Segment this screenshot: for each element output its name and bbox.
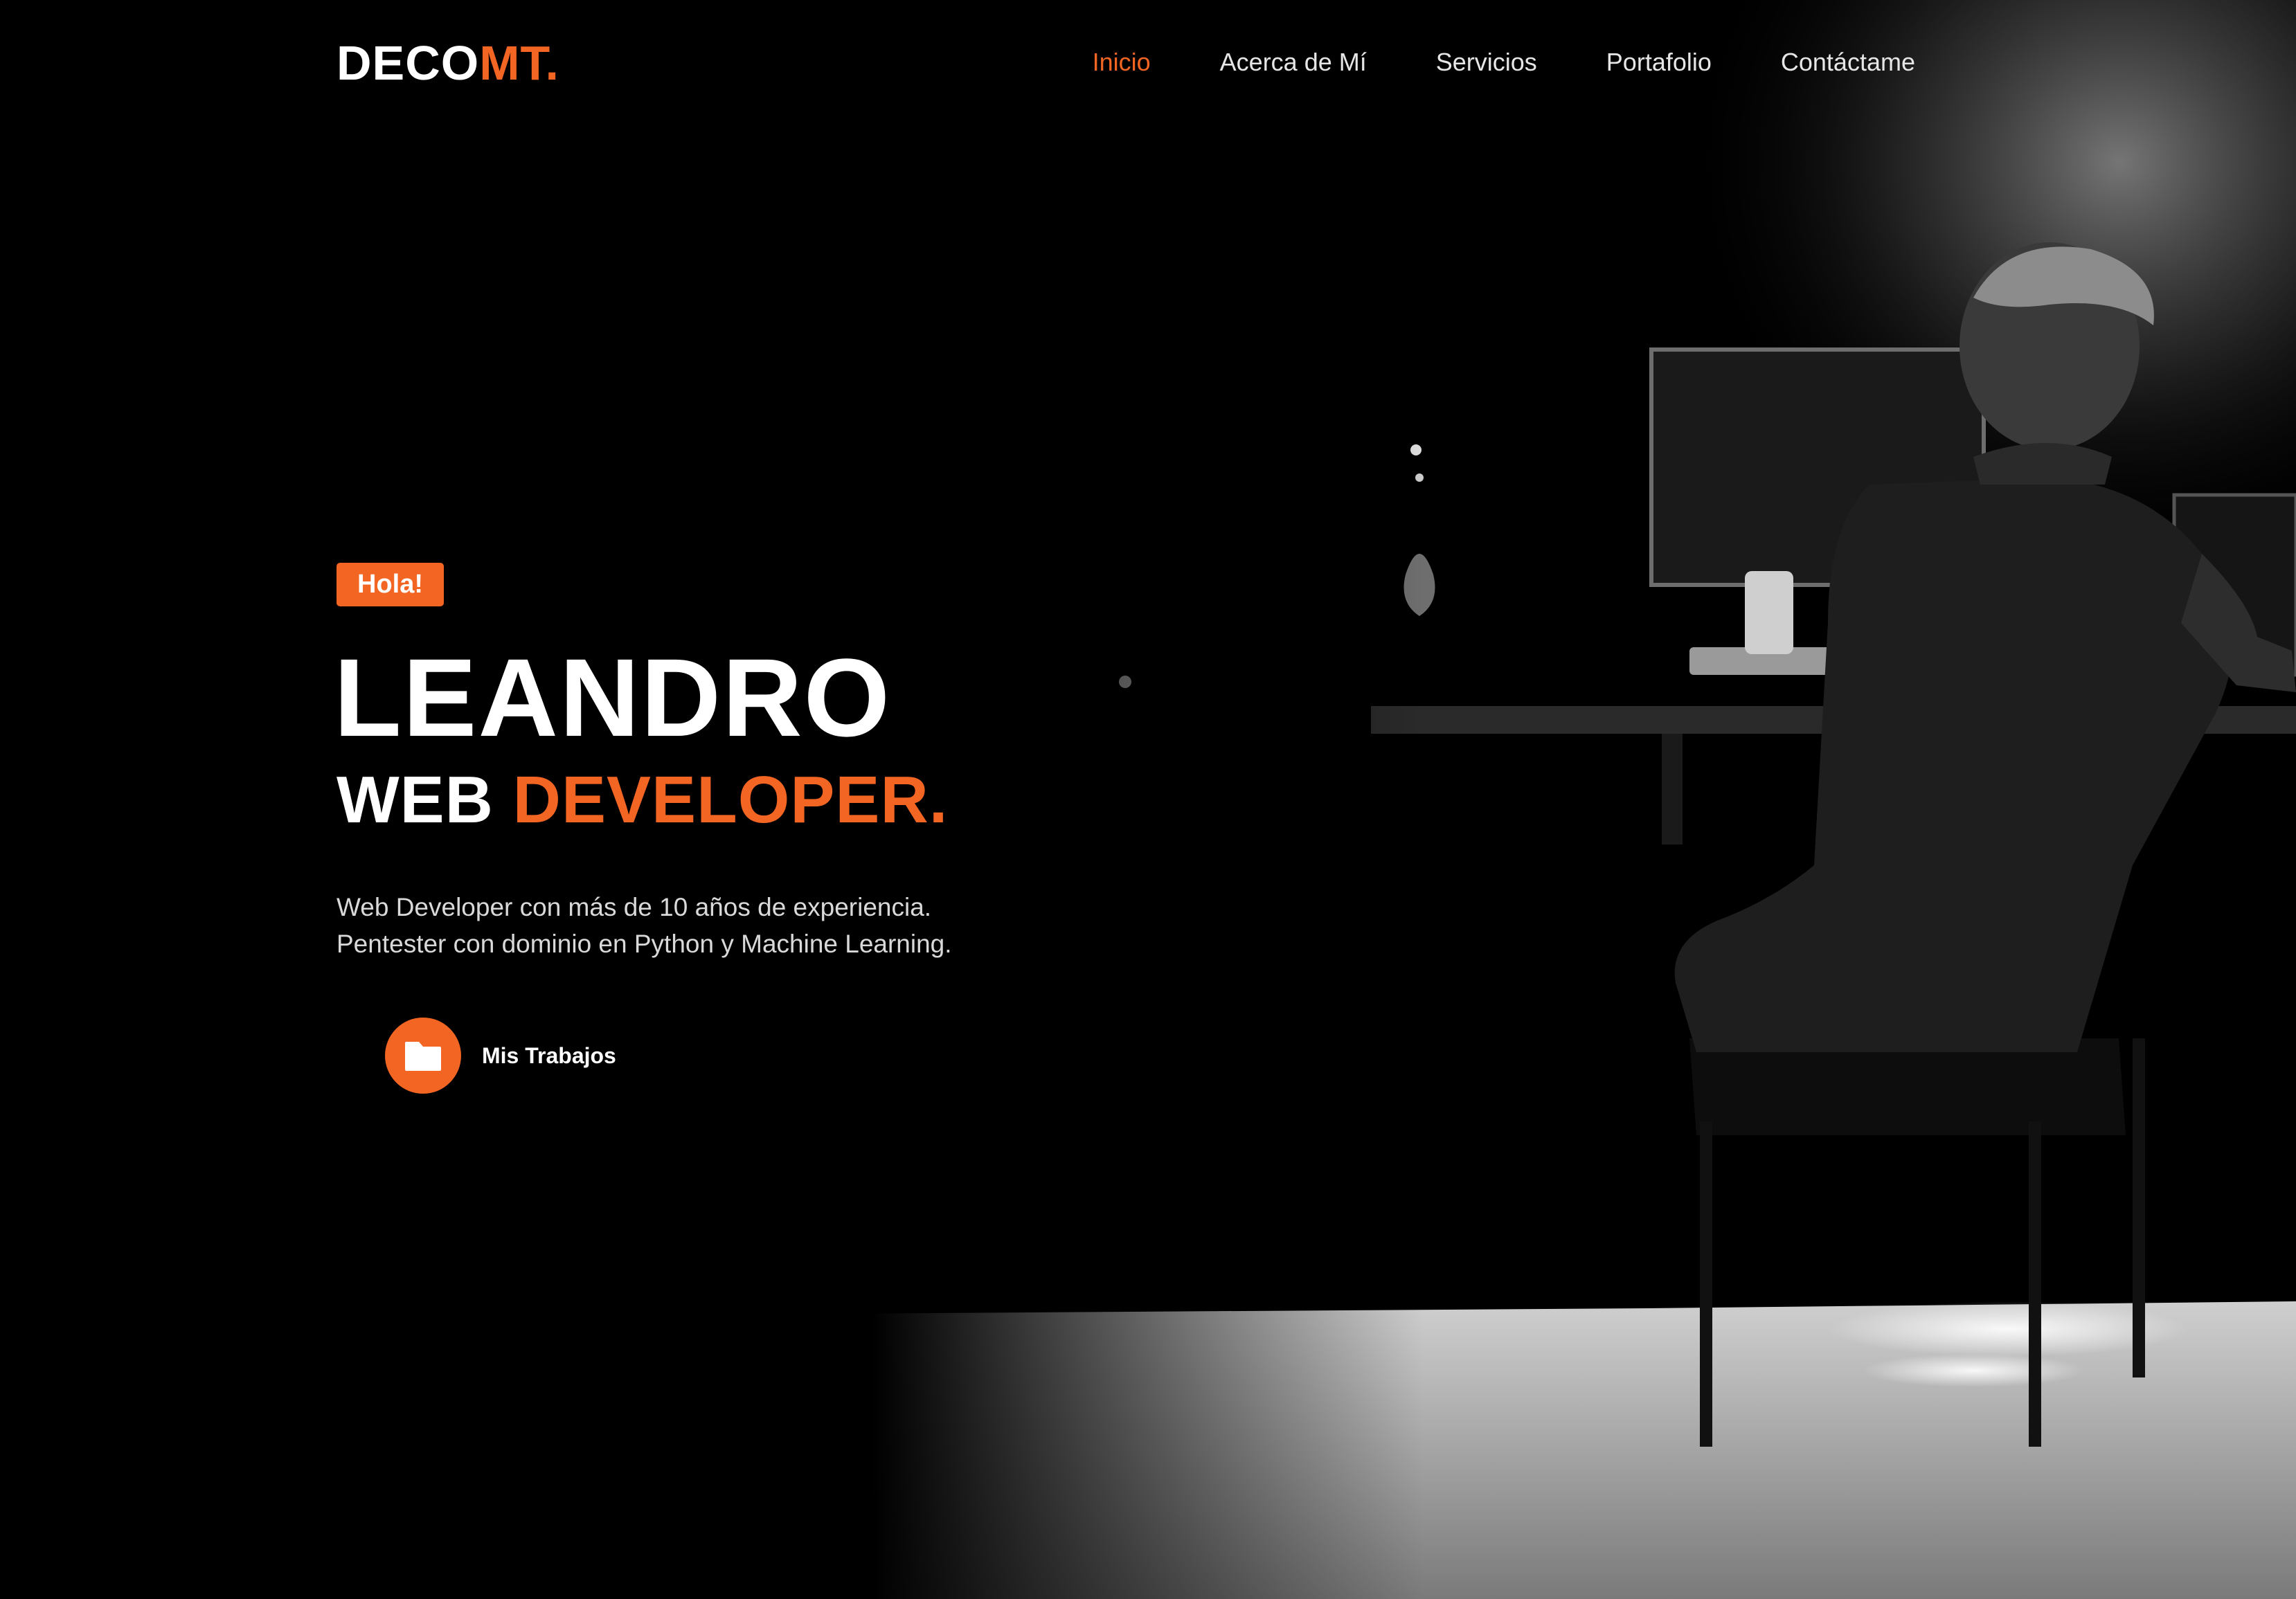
logo-main-text: DECO [337, 36, 480, 90]
my-works-label[interactable]: Mis Trabajos [482, 1043, 616, 1069]
nav-item-contactame[interactable]: Contáctame [1781, 50, 1915, 75]
main-nav: Inicio Acerca de Mí Servicios Portafolio… [1093, 50, 1915, 75]
hero-role-main: WEB [337, 763, 494, 837]
nav-item-inicio[interactable]: Inicio [1093, 50, 1151, 75]
hero-description-line: Web Developer con más de 10 años de expe… [337, 893, 932, 921]
nav-item-acerca[interactable]: Acerca de Mí [1220, 50, 1367, 75]
folder-icon [405, 1042, 441, 1071]
hero-role: WEB DEVELOPER. [337, 767, 948, 833]
hero-description-line: Pentester con dominio en Python y Machin… [337, 930, 952, 958]
hero-description: Web Developer con más de 10 años de expe… [337, 889, 952, 962]
nav-item-servicios[interactable]: Servicios [1436, 50, 1537, 75]
hero-name: LEANDRO [334, 635, 892, 759]
cta-circle[interactable] [385, 1018, 461, 1094]
hero-role-accent: DEVELOPER. [512, 763, 949, 837]
logo-accent-text: MT. [479, 36, 560, 90]
greeting-badge: Hola! [337, 563, 444, 606]
nav-item-portafolio[interactable]: Portafolio [1606, 50, 1712, 75]
brand-logo[interactable]: DECOMT. [337, 39, 559, 87]
my-works-button[interactable]: Mis Trabajos [385, 1018, 616, 1094]
